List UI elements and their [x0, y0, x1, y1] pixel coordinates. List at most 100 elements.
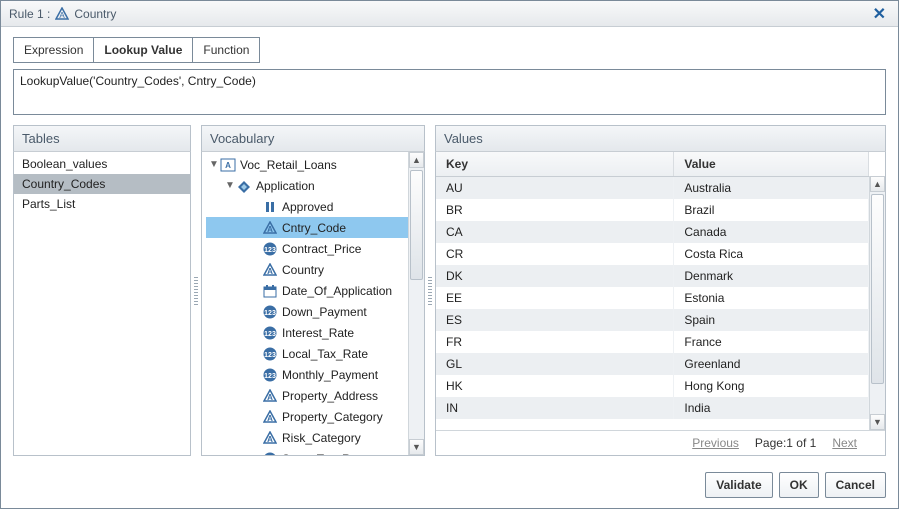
vocab-node[interactable]: Approved — [206, 196, 408, 217]
vocab-node[interactable]: 123Down_Payment — [206, 301, 408, 322]
table-row[interactable]: EEEstonia — [436, 287, 869, 309]
tab-function[interactable]: Function — [192, 37, 260, 63]
scroll-up-icon[interactable]: ▲ — [409, 152, 424, 168]
tree-node-label: Cntry_Code — [282, 221, 346, 235]
scroll-down-icon[interactable]: ▼ — [409, 439, 424, 455]
values-scrollbar[interactable]: ▲ ▼ — [869, 176, 885, 430]
splitter-vocab-values[interactable] — [425, 125, 435, 456]
pager: Previous Page:1 of 1 Next — [436, 431, 885, 455]
table-row[interactable]: CRCosta Rica — [436, 243, 869, 265]
cell-value: Hong Kong — [674, 375, 869, 397]
vocab-scrollbar[interactable]: ▲ ▼ — [408, 152, 424, 455]
vocab-node[interactable]: 123 Local_Tax_Rate — [206, 343, 408, 364]
col-value[interactable]: Value — [674, 152, 869, 177]
vocab-node[interactable]: ARisk_Category — [206, 427, 408, 448]
tree-node-label: Property_Address — [282, 389, 378, 403]
vocabulary-tree: ▼AVoc_Retail_Loans▼ApplicationApprovedAC… — [202, 152, 424, 455]
cell-value: France — [674, 331, 869, 353]
col-key[interactable]: Key — [436, 152, 674, 177]
num-icon: 123 — [262, 241, 278, 257]
vocab-node[interactable]: 123State_Tax_Rate — [206, 448, 408, 455]
tab-bar: Expression Lookup Value Function — [13, 37, 886, 63]
vocab-root[interactable]: ▼ A Voc_Retail_Loans — [206, 154, 408, 175]
vocab-node[interactable]: ACountry — [206, 259, 408, 280]
table-row[interactable]: HKHong Kong — [436, 375, 869, 397]
cell-key: HK — [436, 375, 674, 397]
vocab-node[interactable]: Date_Of_Application — [206, 280, 408, 301]
scroll-up-icon[interactable]: ▲ — [870, 176, 885, 192]
titlebar: Rule 1 : A Country ✕ — [1, 1, 898, 27]
tables-item[interactable]: Country_Codes — [14, 174, 190, 194]
vocabulary-header: Vocabulary — [201, 125, 425, 152]
scroll-down-icon[interactable]: ▼ — [870, 414, 885, 430]
scroll-thumb[interactable] — [410, 170, 423, 280]
cell-value: Spain — [674, 309, 869, 331]
table-row[interactable]: CACanada — [436, 221, 869, 243]
svg-text:A: A — [267, 393, 273, 402]
table-row[interactable]: INIndia — [436, 397, 869, 419]
svg-text:123: 123 — [264, 310, 276, 317]
cancel-button[interactable]: Cancel — [825, 472, 886, 498]
svg-text:123: 123 — [264, 247, 276, 254]
tab-lookup-value[interactable]: Lookup Value — [93, 37, 193, 63]
splitter-tables-vocab[interactable] — [191, 125, 201, 456]
validate-button[interactable]: Validate — [705, 472, 772, 498]
cell-key: EE — [436, 287, 674, 309]
cell-value: Australia — [674, 177, 869, 200]
title-prefix: Rule 1 : — [9, 7, 50, 21]
vocab-node[interactable]: A Property_Address — [206, 385, 408, 406]
vocab-node[interactable]: AProperty_Category — [206, 406, 408, 427]
table-row[interactable]: GLGreenland — [436, 353, 869, 375]
cell-key: DK — [436, 265, 674, 287]
tree-toggle-icon[interactable]: ▼ — [208, 159, 220, 170]
svg-text:A: A — [267, 414, 273, 423]
cell-value: Canada — [674, 221, 869, 243]
cell-key: CA — [436, 221, 674, 243]
voc-icon: A — [220, 157, 236, 173]
num-icon: 123 — [262, 451, 278, 456]
num-icon: 123 — [262, 367, 278, 383]
rule-editor-dialog: Rule 1 : A Country ✕ Expression Lookup V… — [0, 0, 899, 509]
attr-icon: A — [262, 262, 278, 278]
cell-key: ES — [436, 309, 674, 331]
attr-icon: A — [262, 220, 278, 236]
table-row[interactable]: DKDenmark — [436, 265, 869, 287]
tables-item[interactable]: Parts_List — [14, 194, 190, 214]
expression-display[interactable]: LookupValue('Country_Codes', Cntry_Code) — [13, 69, 886, 115]
vocab-application[interactable]: ▼ Application — [206, 175, 408, 196]
tables-item[interactable]: Boolean_values — [14, 154, 190, 174]
svg-text:123: 123 — [264, 352, 276, 359]
pager-previous[interactable]: Previous — [692, 436, 739, 450]
cell-value: Costa Rica — [674, 243, 869, 265]
vocab-node[interactable]: A Cntry_Code — [206, 217, 408, 238]
vocab-node[interactable]: 123Interest_Rate — [206, 322, 408, 343]
scroll-thumb[interactable] — [871, 194, 884, 384]
table-row[interactable]: BRBrazil — [436, 199, 869, 221]
svg-text:123: 123 — [264, 331, 276, 338]
table-row[interactable]: ESSpain — [436, 309, 869, 331]
table-row[interactable]: FRFrance — [436, 331, 869, 353]
tables-panel: Tables Boolean_valuesCountry_CodesParts_… — [13, 125, 191, 456]
table-row[interactable]: AUAustralia — [436, 177, 869, 200]
tables-list: Boolean_valuesCountry_CodesParts_List — [14, 152, 190, 216]
tree-node-label: Voc_Retail_Loans — [240, 158, 337, 172]
cell-value: Greenland — [674, 353, 869, 375]
tree-node-label: Application — [256, 179, 315, 193]
svg-text:A: A — [225, 161, 231, 170]
tree-toggle-icon[interactable]: ▼ — [224, 180, 236, 191]
vocab-node[interactable]: 123Contract_Price — [206, 238, 408, 259]
cell-value: Denmark — [674, 265, 869, 287]
pager-next[interactable]: Next — [832, 436, 857, 450]
svg-text:A: A — [267, 225, 273, 234]
tree-node-label: Local_Tax_Rate — [282, 347, 368, 361]
ok-button[interactable]: OK — [779, 472, 819, 498]
rule-icon: A — [54, 6, 70, 22]
num-icon: 123 — [262, 304, 278, 320]
vocab-node[interactable]: 123 Monthly_Payment — [206, 364, 408, 385]
num-icon: 123 — [262, 346, 278, 362]
close-icon[interactable]: ✕ — [869, 4, 890, 24]
bool-icon — [262, 199, 278, 215]
attr-icon: A — [262, 409, 278, 425]
tab-expression[interactable]: Expression — [13, 37, 94, 63]
tree-node-label: Monthly_Payment — [282, 368, 378, 382]
